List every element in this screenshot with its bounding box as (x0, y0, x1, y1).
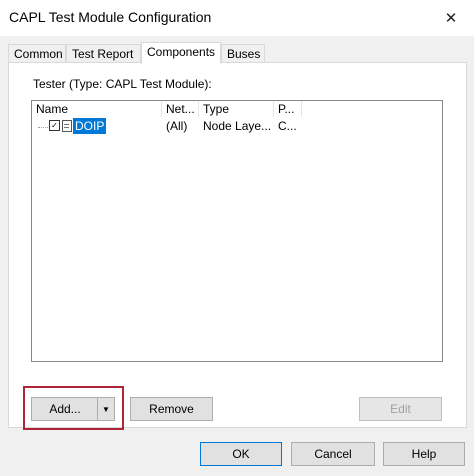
checkbox-checked-icon[interactable]: ✓ (49, 120, 60, 131)
tab-components[interactable]: Components (141, 42, 221, 64)
components-panel: Tester (Type: CAPL Test Module): Name Ne… (8, 62, 467, 428)
help-button[interactable]: Help (383, 442, 465, 466)
column-header-p[interactable]: P... (274, 101, 302, 117)
ok-button[interactable]: OK (200, 442, 282, 466)
list-item[interactable]: ✓ DOIP (All) Node Laye... C... (32, 118, 442, 136)
list-header: Name Net... Type P... (32, 101, 442, 117)
document-icon (62, 120, 72, 132)
tab-buses[interactable]: Buses (221, 44, 265, 62)
add-button-label: Add... (49, 402, 81, 416)
add-split-button[interactable]: Add... ▼ (31, 397, 115, 421)
title-bar: CAPL Test Module Configuration ✕ (0, 0, 474, 36)
window-title: CAPL Test Module Configuration (9, 9, 212, 25)
tab-common[interactable]: Common (8, 44, 66, 62)
components-list[interactable]: Name Net... Type P... ✓ DOIP (All) Node … (31, 100, 443, 362)
edit-button[interactable]: Edit (359, 397, 442, 421)
remove-button[interactable]: Remove (130, 397, 213, 421)
cancel-button[interactable]: Cancel (291, 442, 375, 466)
chevron-down-icon[interactable]: ▼ (97, 398, 114, 420)
column-header-type[interactable]: Type (199, 101, 274, 117)
row-p: C... (278, 119, 297, 133)
row-network: (All) (166, 119, 188, 133)
column-header-name[interactable]: Name (32, 101, 162, 117)
tab-test-report[interactable]: Test Report (66, 44, 141, 62)
row-type: Node Laye... (203, 119, 272, 133)
tree-connector (38, 127, 48, 128)
column-header-network[interactable]: Net... (162, 101, 199, 117)
row-name: DOIP (73, 118, 107, 134)
close-icon[interactable]: ✕ (428, 0, 474, 36)
tester-label: Tester (Type: CAPL Test Module): (33, 77, 212, 91)
